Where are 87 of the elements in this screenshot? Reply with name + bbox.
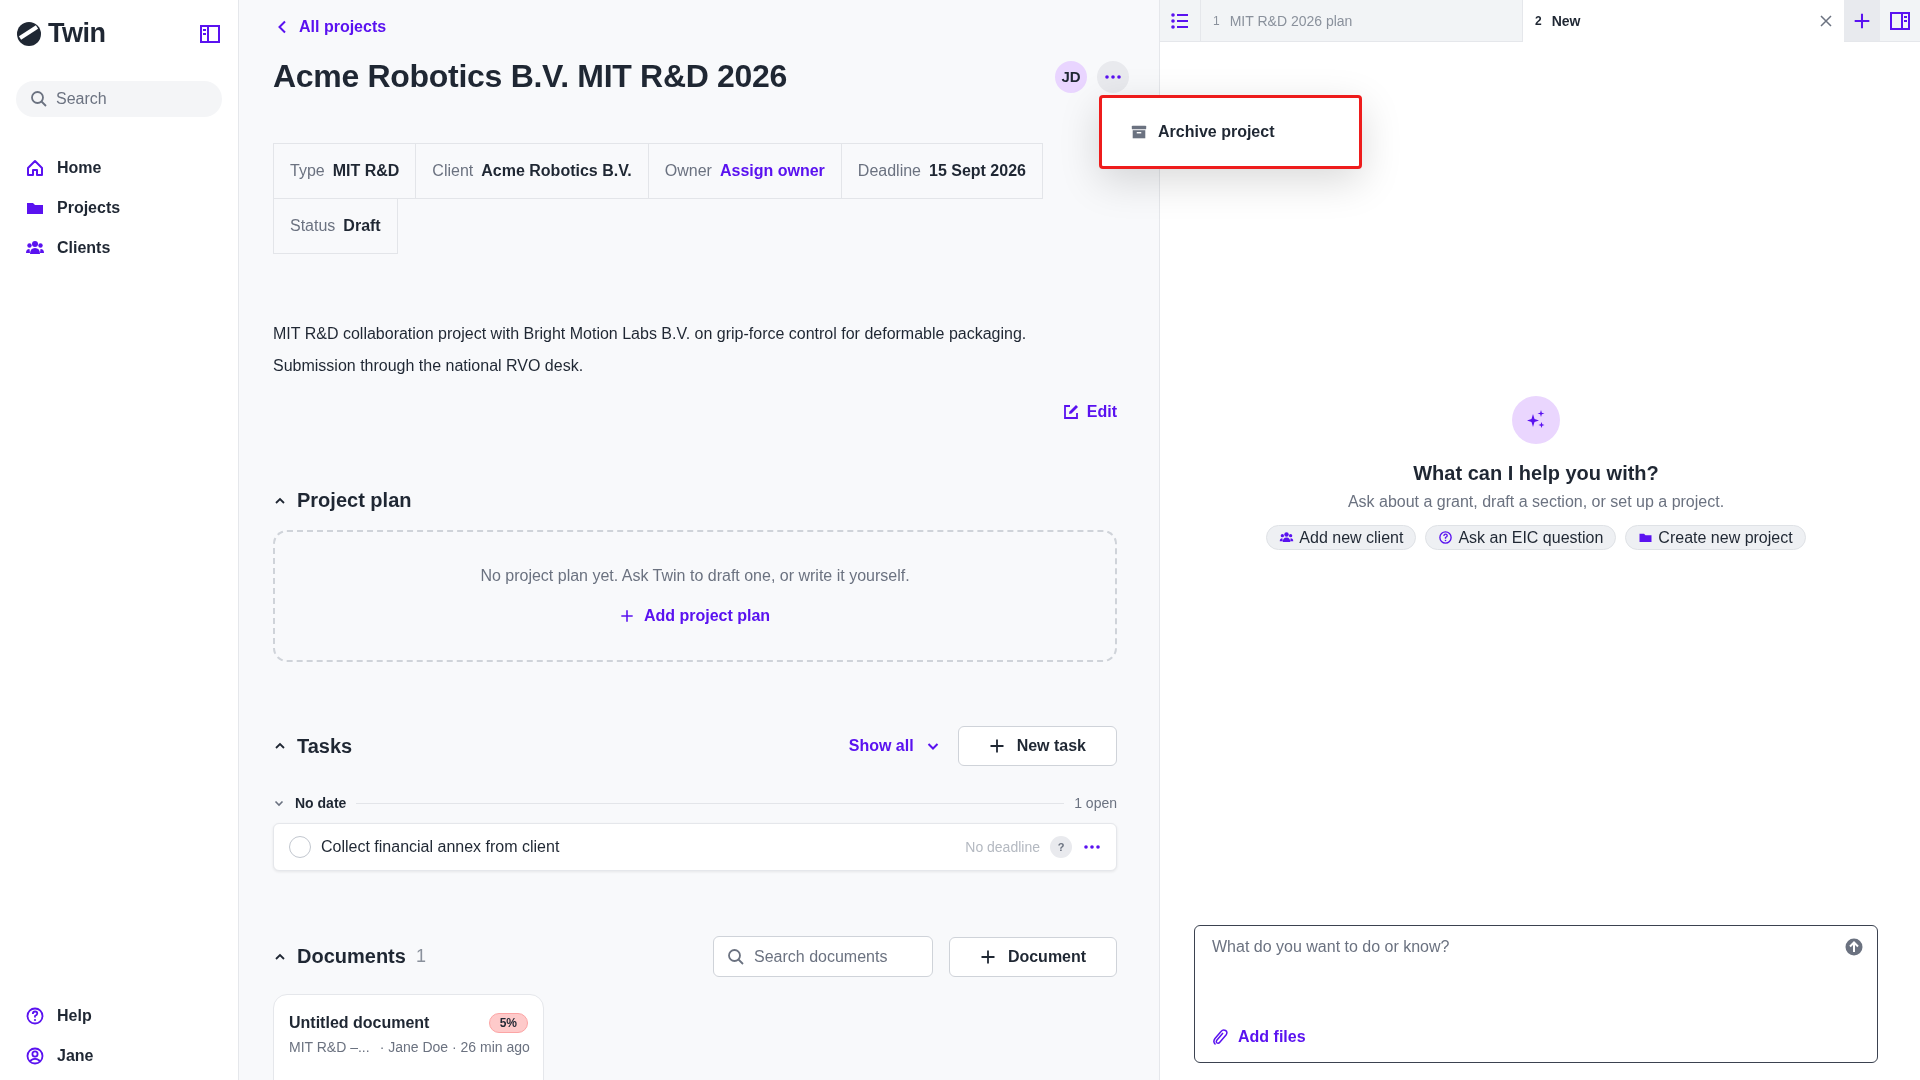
search-field[interactable]: Search xyxy=(16,81,222,117)
group-count: 1 open xyxy=(1074,795,1117,811)
plus-icon xyxy=(979,948,996,965)
tab-number: 2 xyxy=(1535,14,1542,28)
menu-item[interactable]: Archive project xyxy=(1130,123,1331,141)
description-text: Submission through the national RVO desk. xyxy=(273,356,585,376)
search-field[interactable]: Search documents xyxy=(713,936,933,977)
meta-value: MIT R&D xyxy=(332,162,400,180)
task-title: Collect financial annex from client xyxy=(321,838,561,856)
more-button[interactable] xyxy=(1082,845,1102,849)
new-task-button[interactable]: New task xyxy=(957,726,1117,766)
document-type: MIT R&D –... xyxy=(289,1039,370,1055)
document-card[interactable]: Untitled document 5% MIT R&D –... · Jane Doe · 26 min ago xyxy=(273,994,544,1080)
more-icon xyxy=(1105,74,1121,79)
assistant-subtitle: Ask about a grant, draft a section, or set up a project. xyxy=(1347,493,1725,511)
meta-label: Status xyxy=(290,217,336,235)
nav-item[interactable]: Help xyxy=(25,1006,222,1026)
suggestion-chip[interactable]: Add new client xyxy=(1266,525,1417,550)
task-checkbox[interactable] xyxy=(289,836,311,858)
filter-dropdown[interactable]: Show all xyxy=(848,737,940,755)
sidebar-panel-icon xyxy=(1890,11,1910,30)
chevron-left-icon xyxy=(277,20,287,34)
group-title: No date xyxy=(295,795,347,811)
search-icon xyxy=(30,90,48,108)
search-icon xyxy=(727,947,745,966)
nav-item[interactable]: Jane xyxy=(25,1046,222,1066)
home-icon xyxy=(25,158,45,178)
avatar[interactable]: JD xyxy=(1055,60,1087,93)
suggestion-chip[interactable]: Ask an EIC question xyxy=(1425,525,1617,550)
list-icon xyxy=(1171,12,1189,29)
document-meta: · Jane Doe · 26 min ago xyxy=(379,1039,530,1055)
progress-badge: 5% xyxy=(488,1013,528,1033)
logo-icon xyxy=(16,20,42,47)
meta-label: Type xyxy=(290,162,325,180)
archive-icon xyxy=(1130,123,1148,141)
assignee-badge: ? xyxy=(1050,836,1072,858)
more-icon xyxy=(1084,845,1100,849)
help-icon xyxy=(25,1006,45,1026)
task-deadline: No deadline xyxy=(965,839,1040,855)
nav-item[interactable]: Clients xyxy=(25,238,222,258)
add-plan-link[interactable]: Add project plan xyxy=(619,607,771,625)
section-title: Tasks xyxy=(297,734,353,758)
meta-value: Draft xyxy=(343,217,381,235)
sidebar-panel-icon xyxy=(200,24,220,43)
nav-item[interactable]: Projects xyxy=(25,198,222,218)
document-title: Untitled document xyxy=(289,1014,430,1032)
plus-icon xyxy=(988,738,1005,754)
plus-icon xyxy=(619,609,634,623)
close-icon xyxy=(1820,15,1832,27)
close-button[interactable] xyxy=(1820,15,1832,27)
more-button[interactable] xyxy=(1097,60,1129,93)
new-tab-button[interactable] xyxy=(1844,0,1880,41)
tab-number: 1 xyxy=(1213,13,1220,28)
user-icon xyxy=(25,1046,45,1066)
edit-icon xyxy=(1062,404,1079,420)
send-button[interactable] xyxy=(1845,938,1863,956)
plus-icon xyxy=(1853,11,1871,30)
meta-label: Deadline xyxy=(857,162,921,180)
assistant-heading: What can I help you with? xyxy=(1413,462,1659,485)
section-count: 1 xyxy=(415,946,426,967)
task-row[interactable]: Collect financial annex from client No deadline ? xyxy=(273,823,1117,871)
description-text: MIT R&D collaboration project with Bright Motion Labs B.V. on grip-force control for deformable packaging. xyxy=(273,324,1028,344)
empty-state-text: No project plan yet. Ask Twin to draft one, or write it yourself. xyxy=(480,567,910,585)
add-files-link[interactable]: Add files xyxy=(1212,1028,1863,1046)
meta-value: 15 Sept 2026 xyxy=(929,162,1026,180)
page-title: Acme Robotics B.V. MIT R&D 2026 xyxy=(273,58,788,95)
meta-value: Acme Robotics B.V. xyxy=(481,162,632,180)
meta-link[interactable]: Assign owner xyxy=(719,162,825,180)
arrow-up-icon xyxy=(1845,938,1863,956)
section-title: Documents xyxy=(297,945,406,968)
edit-link[interactable]: Edit xyxy=(1062,403,1117,421)
suggestion-chip[interactable]: Create new project xyxy=(1625,525,1806,550)
chat-tab[interactable]: 2 New xyxy=(1522,0,1844,42)
tab-label: MIT R&D 2026 plan xyxy=(1229,12,1354,29)
help-icon xyxy=(1438,530,1454,545)
meta-label: Owner xyxy=(664,162,712,180)
logo-text: Twin xyxy=(48,18,106,49)
people-icon xyxy=(1279,530,1295,545)
section-title: Project plan xyxy=(297,489,412,512)
tab-label: New xyxy=(1551,13,1582,29)
nav-item[interactable]: Home xyxy=(25,158,222,178)
sidebar-toggle-button[interactable] xyxy=(198,22,222,45)
add-document-button[interactable]: Document xyxy=(949,936,1117,977)
meta-label: Client xyxy=(432,162,474,180)
paperclip-icon xyxy=(1212,1028,1228,1046)
back-link[interactable]: All projects xyxy=(273,18,1117,36)
chat-input[interactable]: What do you want to do or know? Add files xyxy=(1194,925,1878,1063)
